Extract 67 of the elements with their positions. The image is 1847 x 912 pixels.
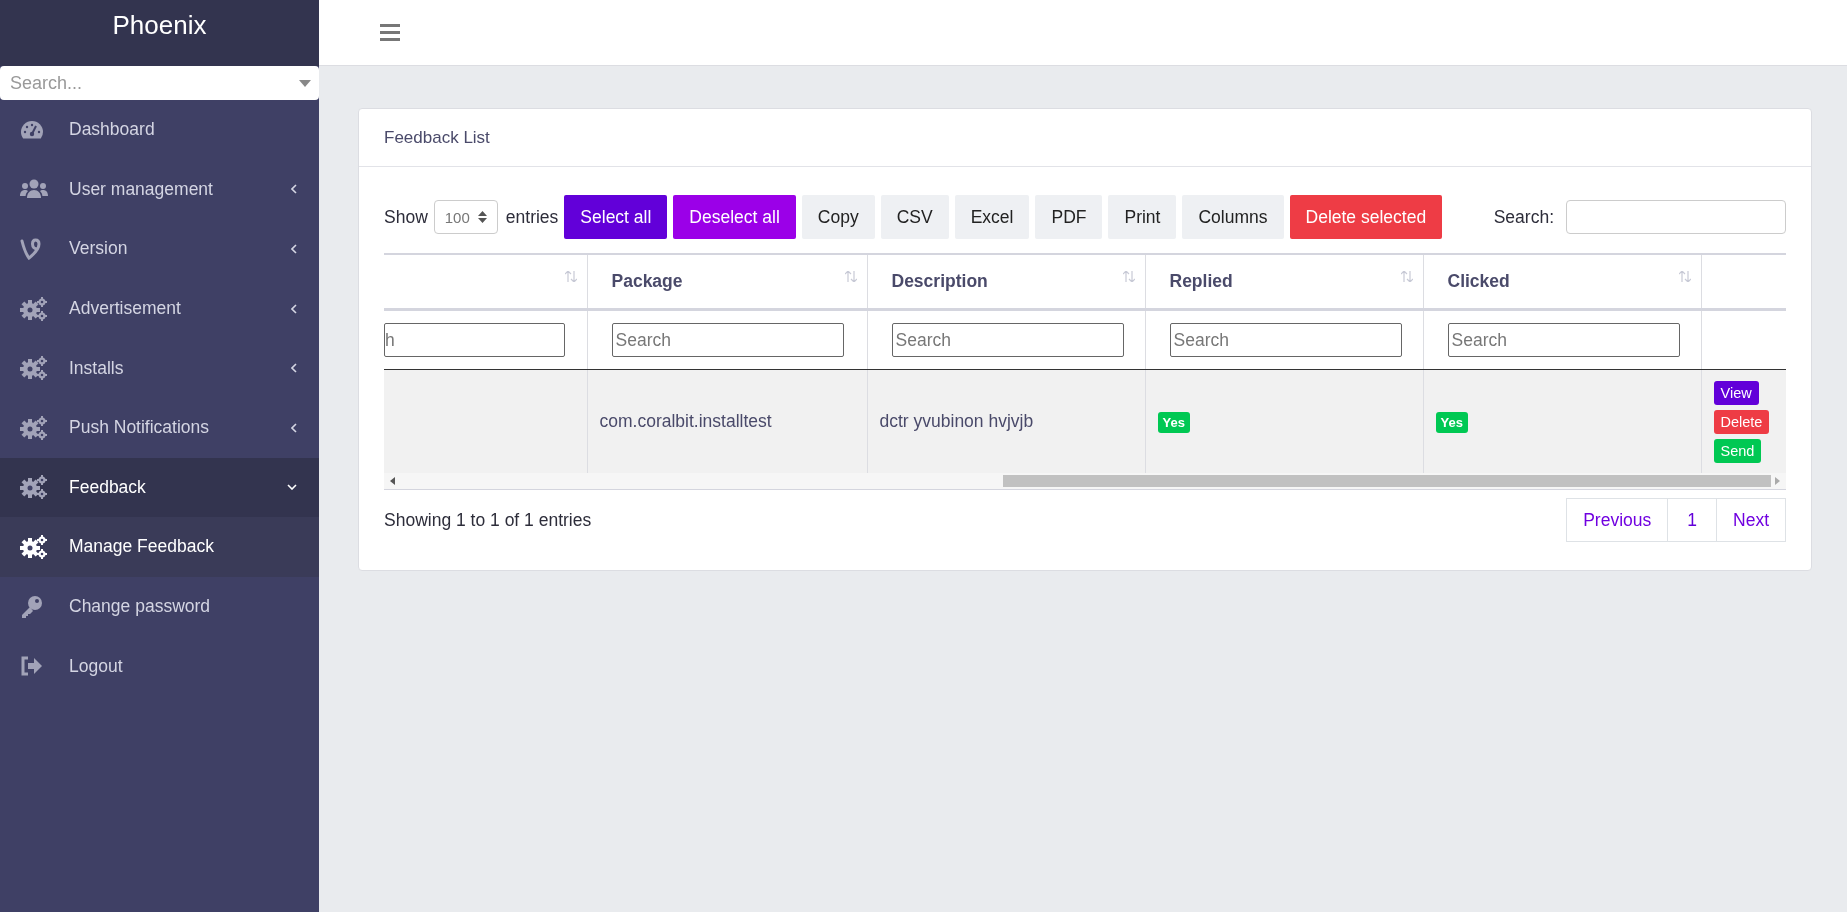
- v-icon: [20, 238, 42, 260]
- search-field[interactable]: [1566, 200, 1786, 234]
- card-title: Feedback List: [384, 127, 490, 148]
- gears-icon: [20, 475, 48, 500]
- sort-icon[interactable]: [844, 271, 857, 282]
- entries-select[interactable]: 100: [433, 200, 498, 234]
- sidebar-item[interactable]: Push Notifications: [0, 397, 319, 458]
- column-header[interactable]: Replied: [1169, 271, 1233, 291]
- entries-info: Showing 1 to 1 of 1 entries: [384, 509, 592, 531]
- action-button[interactable]: View: [1713, 380, 1759, 405]
- caret-icon[interactable]: [299, 80, 311, 87]
- sidebar-item[interactable]: User management: [0, 159, 319, 220]
- gauge-icon: [20, 119, 44, 140]
- sidebar-item[interactable]: Dashboard: [0, 100, 319, 160]
- spinner-icon: [477, 211, 487, 223]
- key-icon: [20, 594, 44, 619]
- entries-label: entries: [505, 206, 559, 228]
- filter-field[interactable]: Search: [1169, 323, 1402, 357]
- column-header[interactable]: Description: [891, 271, 988, 291]
- column-header[interactable]: Clicked: [1447, 271, 1510, 291]
- table-cell: com.coralbit.installtest: [599, 411, 772, 431]
- sidebar-item[interactable]: Version: [0, 219, 319, 279]
- users-icon: [20, 179, 48, 200]
- column-header[interactable]: Package: [611, 271, 683, 291]
- toolbar-button[interactable]: Deselect all: [673, 195, 796, 239]
- search-label: Search:: [1493, 206, 1554, 228]
- pagination-button[interactable]: 1: [1667, 498, 1717, 542]
- table-cell: dctr yvubinon hvjvjb: [879, 411, 1034, 431]
- logout-icon: [20, 656, 42, 677]
- gears-icon: [20, 296, 48, 321]
- toolbar-button[interactable]: Print: [1108, 195, 1177, 239]
- toolbar-button[interactable]: Delete selected: [1289, 195, 1443, 239]
- sidebar-item[interactable]: Feedback: [0, 457, 319, 518]
- pagination-button[interactable]: Next: [1716, 498, 1786, 542]
- toolbar-button[interactable]: PDF: [1035, 195, 1103, 239]
- horizontal-scrollbar[interactable]: [384, 473, 1786, 490]
- gears-icon: [20, 534, 48, 559]
- toolbar-button[interactable]: Copy: [801, 195, 875, 239]
- sort-icon[interactable]: [1400, 271, 1413, 282]
- sidebar-item[interactable]: Logout: [0, 636, 319, 696]
- gears-icon: [20, 356, 48, 381]
- brand-title: Phoenix: [0, 0, 319, 66]
- show-label: Show: [384, 206, 428, 228]
- toolbar-button[interactable]: Excel: [954, 195, 1030, 239]
- sort-icon[interactable]: [1678, 271, 1691, 282]
- status-badge: Yes: [1435, 411, 1468, 433]
- toolbar-button[interactable]: Select all: [564, 195, 668, 239]
- toolbar-button[interactable]: Columns: [1182, 195, 1284, 239]
- sidebar-item[interactable]: Change password: [0, 576, 319, 637]
- filter-field[interactable]: h: [384, 323, 565, 357]
- scroll-left-icon[interactable]: [390, 477, 395, 485]
- toolbar-button[interactable]: CSV: [880, 195, 949, 239]
- scroll-right-icon[interactable]: [1775, 477, 1780, 485]
- menu-icon[interactable]: [380, 24, 400, 41]
- sort-icon[interactable]: [564, 271, 577, 282]
- status-badge: Yes: [1157, 411, 1190, 433]
- sidebar-item[interactable]: Advertisement: [0, 278, 319, 339]
- pagination-button[interactable]: Previous: [1566, 498, 1669, 542]
- action-button[interactable]: Delete: [1713, 409, 1770, 434]
- sidebar-item[interactable]: Manage Feedback: [0, 517, 319, 577]
- sort-icon[interactable]: [1122, 271, 1135, 282]
- search-field[interactable]: Search...: [0, 66, 319, 100]
- filter-field[interactable]: Search: [611, 323, 844, 357]
- filter-field[interactable]: Search: [891, 323, 1124, 357]
- gears-icon: [20, 415, 48, 440]
- filter-field[interactable]: Search: [1447, 323, 1680, 357]
- sidebar-item[interactable]: Installs: [0, 338, 319, 398]
